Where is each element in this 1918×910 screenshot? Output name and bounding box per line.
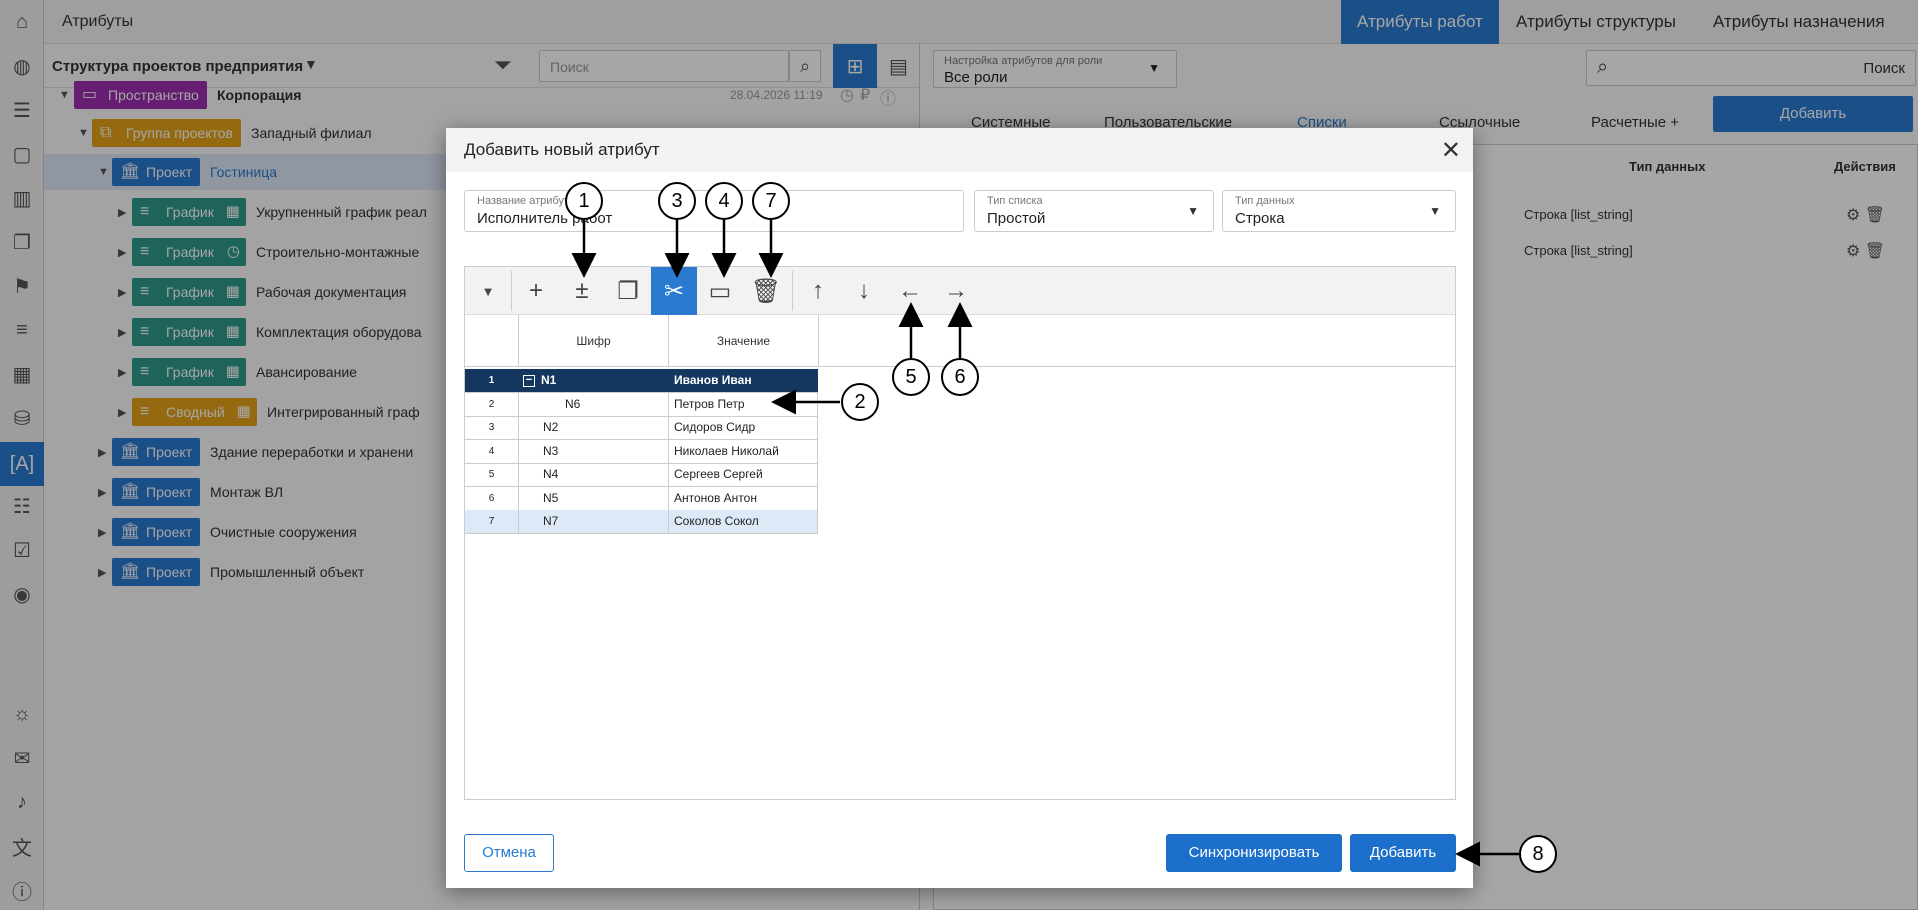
field-label: Тип списка [987,195,1043,207]
callout-1: 1 [565,182,603,220]
field-label: Тип данных [1235,195,1295,207]
callout-3: 3 [658,182,696,220]
row-number-header [465,315,519,367]
code-cell[interactable]: N4 [519,463,669,486]
arrow-down-icon[interactable]: ↓ [841,267,887,315]
list-values-grid: ▼ + ± ❐ ✂ ▭ 🗑 ↑ ↓ ← → Шифр Значение 1− N1… [464,266,1456,800]
field-label: Название атрибута [477,195,575,207]
value-cell[interactable]: Николаев Николай [669,439,818,463]
value-cell[interactable]: Соколов Сокол [669,510,818,533]
callout-7: 7 [752,182,790,220]
column-header-value[interactable]: Значение [669,315,819,367]
copy-icon[interactable]: ❐ [605,267,651,315]
table-row[interactable]: 6 N5 Антонов Антон [465,486,818,511]
paste-icon[interactable]: ▭ [697,267,743,315]
column-header-code[interactable]: Шифр [519,315,669,367]
value-cell[interactable]: Петров Петр [669,392,818,416]
dropdown-icon[interactable]: ▼ [465,267,511,315]
table-row[interactable]: 1− N1 Иванов Иван [465,369,818,393]
table-row[interactable]: 2 N6 Петров Петр [465,392,818,417]
arrow-up-icon[interactable]: ↑ [795,267,841,315]
row-number: 6 [465,486,519,510]
table-row[interactable]: 7 N7 Соколов Сокол [465,510,818,534]
arrow-right-icon[interactable]: → [933,267,979,315]
code-text: N1 [541,373,557,387]
code-cell[interactable]: N6 [519,392,669,416]
value-cell[interactable]: Антонов Антон [669,486,818,510]
code-cell[interactable]: − N1 [519,369,669,392]
field-value: Простой [987,210,1046,227]
table-row[interactable]: 3 N2 Сидоров Сидр [465,416,818,440]
code-text: N3 [543,443,559,458]
row-number: 3 [465,416,519,439]
code-cell[interactable]: N7 [519,510,669,533]
callout-5: 5 [892,358,930,396]
callout-4: 4 [705,182,743,220]
code-text: N4 [543,467,559,481]
add-attribute-dialog: Добавить новый атрибут ✕ Название атрибу… [446,128,1473,888]
row-number: 5 [465,463,519,486]
table-row[interactable]: 5 N4 Сергеев Сергей [465,463,818,487]
list-type-select[interactable]: Тип списка Простой ▼ [974,190,1214,232]
code-cell[interactable]: N2 [519,416,669,439]
callout-2: 2 [841,383,879,421]
code-text: N5 [543,490,559,505]
add-row-icon[interactable]: + [513,267,559,315]
code-text: N7 [543,514,559,528]
row-number: 7 [465,510,519,533]
code-cell[interactable]: N5 [519,486,669,510]
row-number: 4 [465,439,519,463]
callout-8: 8 [1519,835,1557,873]
field-value: Строка [1235,210,1285,227]
row-number: 1 [465,369,519,392]
value-cell[interactable]: Иванов Иван [669,369,818,392]
toolbar-separator [792,271,793,311]
chevron-down-icon: ▼ [1429,204,1441,218]
close-icon[interactable]: ✕ [1441,136,1461,165]
value-cell[interactable]: Сергеев Сергей [669,463,818,486]
toolbar-separator [511,271,512,311]
code-text: N6 [565,396,581,411]
value-cell[interactable]: Сидоров Сидр [669,416,818,439]
cancel-button[interactable]: Отмена [464,834,554,872]
arrow-left-icon[interactable]: ← [887,267,933,315]
cut-icon[interactable]: ✂ [651,267,697,315]
code-cell[interactable]: N3 [519,439,669,463]
data-type-select[interactable]: Тип данных Строка ▼ [1222,190,1456,232]
delete-icon[interactable]: 🗑 [743,267,789,315]
dialog-title: Добавить новый атрибут [464,140,660,159]
collapse-icon[interactable]: − [523,375,535,387]
row-number: 2 [465,392,519,416]
chevron-down-icon: ▼ [1187,204,1199,218]
add-child-row-icon[interactable]: ± [559,267,605,315]
sync-button[interactable]: Синхронизировать [1166,834,1342,872]
code-text: N2 [543,420,559,434]
callout-6: 6 [941,358,979,396]
table-row[interactable]: 4 N3 Николаев Николай [465,439,818,464]
grid-toolbar: ▼ + ± ❐ ✂ ▭ 🗑 ↑ ↓ ← → [465,267,1455,315]
add-button[interactable]: Добавить [1350,834,1456,872]
